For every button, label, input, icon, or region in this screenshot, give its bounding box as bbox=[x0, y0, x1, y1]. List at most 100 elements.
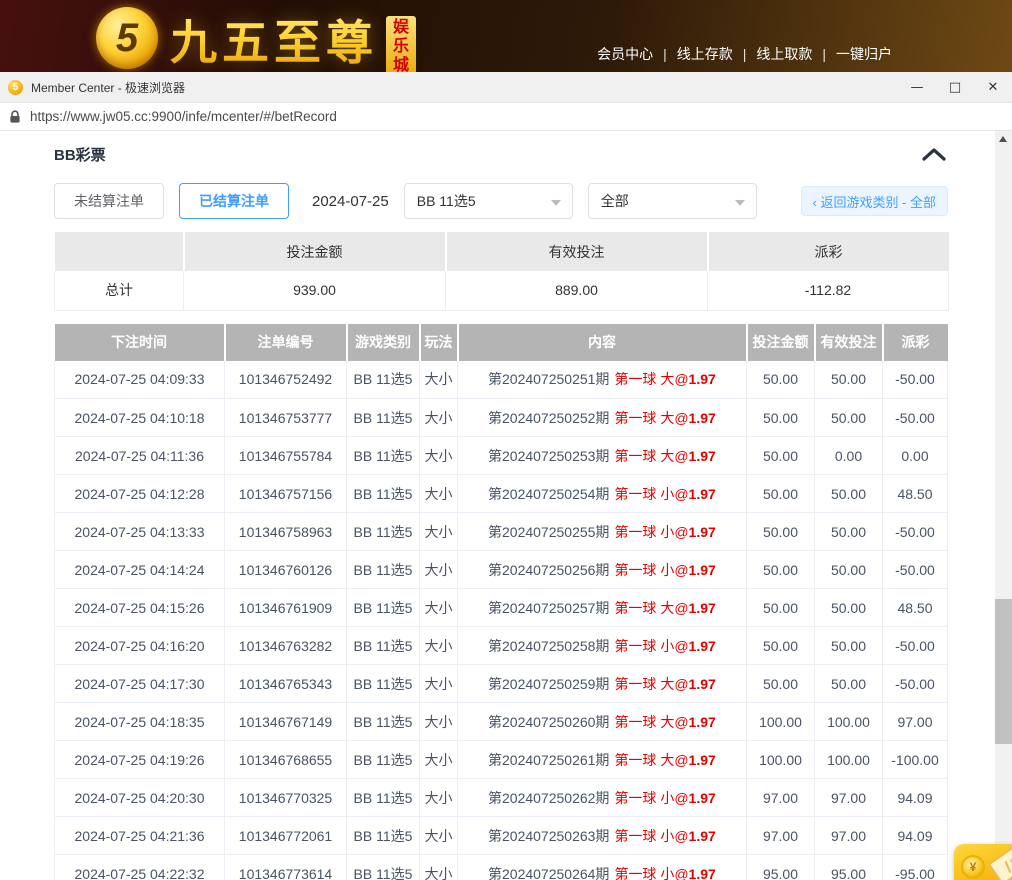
content-odds: 1.97 bbox=[689, 371, 716, 387]
minimize-button[interactable]: — bbox=[898, 72, 936, 103]
nav-separator: | bbox=[743, 46, 747, 62]
content-odds: 1.97 bbox=[689, 562, 716, 578]
cell-bet-amount: 50.00 bbox=[747, 665, 815, 703]
cell-content: 第202407250260期第一球 大@1.97 bbox=[458, 703, 747, 741]
bet-table-header-row: 下注时间 注单编号 游戏类别 玩法 内容 投注金额 有效投注 派彩 bbox=[55, 324, 948, 361]
summary-header-payout: 派彩 bbox=[708, 232, 949, 271]
scrollbar-up-arrow-icon[interactable] bbox=[999, 136, 1007, 142]
cell-game-category: BB 11选5 bbox=[347, 665, 420, 703]
cell-game-category: BB 11选5 bbox=[347, 399, 420, 437]
filter-row: 未结算注单 已结算注单 2024-07-25 BB 11选5 全部 ‹ 返回游戏… bbox=[54, 183, 948, 219]
content-period: 第202407250254期 bbox=[488, 486, 609, 502]
cell-content: 第202407250257期第一球 大@1.97 bbox=[458, 589, 747, 627]
scope-select[interactable]: 全部 bbox=[588, 183, 757, 219]
nav-separator: | bbox=[663, 46, 667, 62]
cell-payout: -50.00 bbox=[883, 627, 948, 665]
cell-bet-time: 2024-07-25 04:09:33 bbox=[55, 361, 225, 399]
cell-bet-id: 101346758963 bbox=[225, 513, 347, 551]
content-period: 第202407250252期 bbox=[488, 410, 609, 426]
summary-header-blank bbox=[55, 232, 184, 271]
lock-icon bbox=[9, 110, 21, 124]
content-pick: 第一球 小@ bbox=[614, 828, 688, 844]
close-button[interactable]: ✕ bbox=[974, 72, 1012, 103]
floating-rewards-widget[interactable]: ¥ bbox=[954, 844, 1012, 880]
gold-coin-icon: ¥ bbox=[961, 855, 985, 879]
unsettled-bets-button[interactable]: 未结算注单 bbox=[54, 183, 164, 219]
scope-select-value: 全部 bbox=[601, 191, 629, 211]
cell-valid-bet: 50.00 bbox=[815, 361, 883, 399]
content-pick: 第一球 大@ bbox=[614, 714, 688, 730]
panel-title: BB彩票 bbox=[54, 144, 106, 165]
cell-valid-bet: 100.00 bbox=[815, 741, 883, 779]
content-odds: 1.97 bbox=[689, 524, 716, 540]
cell-game-category: BB 11选5 bbox=[347, 361, 420, 399]
cell-payout: 0.00 bbox=[883, 437, 948, 475]
settled-bets-button[interactable]: 已结算注单 bbox=[179, 183, 289, 219]
cell-bet-id: 101346773614 bbox=[225, 855, 347, 880]
cell-content: 第202407250254期第一球 小@1.97 bbox=[458, 475, 747, 513]
cell-bet-amount: 50.00 bbox=[747, 475, 815, 513]
game-select-value: BB 11选5 bbox=[417, 191, 476, 211]
cell-payout: 48.50 bbox=[883, 589, 948, 627]
summary-payout: -112.82 bbox=[708, 271, 949, 310]
content-period: 第202407250251期 bbox=[488, 371, 609, 387]
cell-bet-amount: 50.00 bbox=[747, 361, 815, 399]
header-valid-bet: 有效投注 bbox=[815, 324, 883, 361]
content-period: 第202407250263期 bbox=[488, 828, 609, 844]
cell-content: 第202407250256期第一球 小@1.97 bbox=[458, 551, 747, 589]
table-row: 2024-07-25 04:22:32 101346773614 BB 11选5… bbox=[55, 855, 948, 880]
vertical-scrollbar[interactable] bbox=[995, 131, 1012, 880]
cell-bet-amount: 50.00 bbox=[747, 437, 815, 475]
cell-play-type: 大小 bbox=[420, 475, 458, 513]
cell-payout: 94.09 bbox=[883, 779, 948, 817]
content-pick: 第一球 大@ bbox=[614, 752, 688, 768]
cell-bet-time: 2024-07-25 04:15:26 bbox=[55, 589, 225, 627]
cell-content: 第202407250263期第一球 小@1.97 bbox=[458, 817, 747, 855]
content-pick: 第一球 小@ bbox=[614, 524, 688, 540]
cell-bet-id: 101346752492 bbox=[225, 361, 347, 399]
nav-withdraw[interactable]: 线上取款 bbox=[756, 44, 812, 64]
cell-bet-time: 2024-07-25 04:19:26 bbox=[55, 741, 225, 779]
cell-payout: -100.00 bbox=[883, 741, 948, 779]
header-bet-id: 注单编号 bbox=[225, 324, 347, 361]
cell-bet-amount: 95.00 bbox=[747, 855, 815, 880]
table-row: 2024-07-25 04:13:33 101346758963 BB 11选5… bbox=[55, 513, 948, 551]
collapse-chevron-up-icon[interactable] bbox=[922, 148, 946, 161]
cell-game-category: BB 11选5 bbox=[347, 437, 420, 475]
address-bar[interactable]: https://www.jw05.cc:9900/infe/mcenter/#/… bbox=[0, 103, 1012, 131]
scrollbar-thumb[interactable] bbox=[995, 599, 1012, 744]
cell-game-category: BB 11选5 bbox=[347, 855, 420, 880]
cell-valid-bet: 50.00 bbox=[815, 551, 883, 589]
url-text[interactable]: https://www.jw05.cc:9900/infe/mcenter/#/… bbox=[30, 109, 337, 124]
cell-bet-id: 101346767149 bbox=[225, 703, 347, 741]
brand-title: 九五至尊 bbox=[170, 4, 378, 73]
back-to-game-category-button[interactable]: ‹ 返回游戏类别 - 全部 bbox=[801, 186, 949, 216]
content-pick: 第一球 小@ bbox=[614, 562, 688, 578]
summary-total-row: 总计 939.00 889.00 -112.82 bbox=[55, 271, 949, 310]
date-picker[interactable]: 2024-07-25 bbox=[312, 193, 389, 210]
cell-valid-bet: 97.00 bbox=[815, 779, 883, 817]
cell-bet-time: 2024-07-25 04:18:35 bbox=[55, 703, 225, 741]
cell-payout: 94.09 bbox=[883, 817, 948, 855]
nav-one-click-transfer[interactable]: 一键归户 bbox=[836, 44, 892, 64]
cell-valid-bet: 97.00 bbox=[815, 817, 883, 855]
content-period: 第202407250253期 bbox=[488, 448, 609, 464]
cell-bet-time: 2024-07-25 04:22:32 bbox=[55, 855, 225, 880]
window-title: Member Center - 极速浏览器 bbox=[31, 79, 185, 96]
cell-play-type: 大小 bbox=[420, 551, 458, 589]
maximize-button[interactable]: □ bbox=[936, 72, 974, 103]
cell-bet-id: 101346753777 bbox=[225, 399, 347, 437]
cell-valid-bet: 0.00 bbox=[815, 437, 883, 475]
cell-bet-amount: 50.00 bbox=[747, 551, 815, 589]
game-select[interactable]: BB 11选5 bbox=[404, 183, 573, 219]
nav-member-center[interactable]: 会员中心 bbox=[597, 44, 653, 64]
cell-play-type: 大小 bbox=[420, 437, 458, 475]
cell-payout: -50.00 bbox=[883, 551, 948, 589]
content-period: 第202407250257期 bbox=[488, 600, 609, 616]
cell-bet-time: 2024-07-25 04:11:36 bbox=[55, 437, 225, 475]
cell-bet-id: 101346765343 bbox=[225, 665, 347, 703]
cell-bet-time: 2024-07-25 04:21:36 bbox=[55, 817, 225, 855]
cell-play-type: 大小 bbox=[420, 817, 458, 855]
nav-deposit[interactable]: 线上存款 bbox=[677, 44, 733, 64]
content-odds: 1.97 bbox=[689, 790, 716, 806]
